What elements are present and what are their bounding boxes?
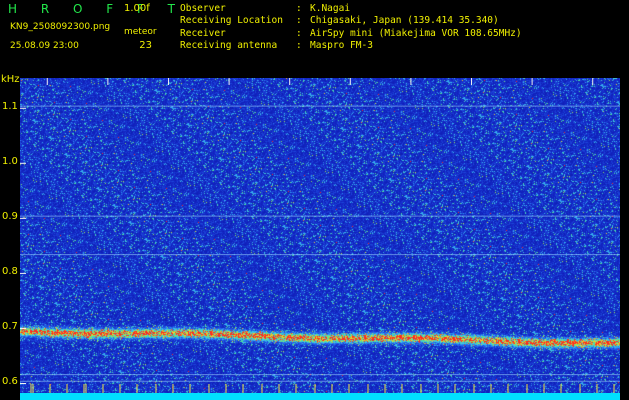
y-tick-label: 0.6	[2, 376, 18, 388]
info-label: Receiving antenna	[180, 39, 278, 51]
info-value: K.Nagai	[310, 3, 351, 14]
meteor-count-label: meteor	[124, 27, 157, 37]
info-label: Receiver	[180, 27, 226, 39]
noise-floor-band	[20, 393, 620, 400]
file-name: KN9_2508092300.png	[10, 22, 111, 32]
info-row-observer: Observer: K.Nagai	[180, 3, 522, 15]
y-tick-label: 1.1	[2, 101, 18, 113]
info-row-location: Receiving Location: Chigasaki, Japan (139…	[180, 15, 522, 27]
info-separator: :	[296, 27, 302, 39]
y-tick-label: 0.8	[2, 266, 18, 278]
info-separator: :	[296, 39, 302, 51]
meteor-count: 23	[139, 40, 152, 51]
app-version: 1.00f	[124, 3, 150, 14]
info-label: Observer	[180, 3, 226, 14]
y-tick-label: 0.9	[2, 211, 18, 223]
info-value: Chigasaki, Japan (139.414 35.340)	[310, 15, 499, 27]
app-title: H R O F F T	[8, 2, 186, 16]
info-separator: :	[296, 15, 302, 27]
y-axis-unit-label: kHz	[1, 74, 20, 85]
info-separator: :	[296, 3, 302, 14]
spectrogram-plot	[20, 78, 620, 400]
info-row-antenna: Receiving antenna: Maspro FM-3	[180, 40, 522, 52]
info-row-receiver: Receiver: AirSpy mini (Miakejima VOR 108.…	[180, 28, 522, 40]
info-value: AirSpy mini (Miakejima VOR 108.65MHz)	[310, 27, 522, 39]
y-tick-label: 1.0	[2, 156, 18, 168]
observation-timestamp: 25.08.09 23:00	[10, 41, 79, 51]
info-value: Maspro FM-3	[310, 39, 373, 51]
observation-info: Observer: K.Nagai Receiving Location: Chig…	[180, 3, 522, 52]
spectrogram-overlay	[20, 78, 620, 400]
y-tick-label: 0.7	[2, 321, 18, 333]
info-label: Receiving Location	[180, 15, 283, 27]
